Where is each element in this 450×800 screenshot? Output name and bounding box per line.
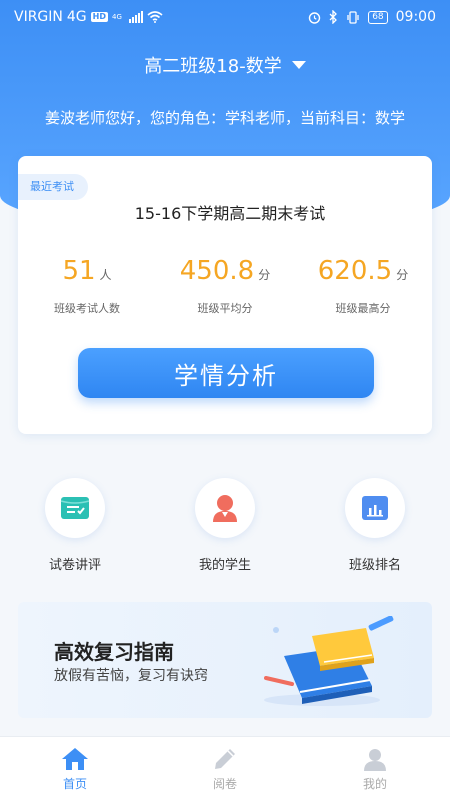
carrier-name: VIRGIN bbox=[14, 9, 63, 25]
shortcut-class-ranking[interactable]: 班级排名 bbox=[300, 478, 450, 573]
banner-title: 高效复习指南 bbox=[54, 640, 174, 664]
tab-label: 阅卷 bbox=[212, 777, 237, 791]
hd-badge: HD bbox=[90, 12, 108, 22]
caret-down-icon bbox=[291, 61, 306, 69]
home-icon bbox=[62, 748, 88, 770]
books-illustration-icon bbox=[264, 616, 394, 706]
clock: 09:00 bbox=[395, 9, 436, 25]
shortcut-my-students[interactable]: 我的学生 bbox=[150, 478, 300, 573]
class-selector[interactable]: 高二班级18-数学 bbox=[0, 52, 450, 78]
network-type-small: 4G bbox=[112, 13, 122, 21]
stat-label: 班级平均分 bbox=[197, 302, 253, 315]
stat-value: 51 bbox=[62, 256, 96, 286]
tab-home[interactable]: 首页 bbox=[0, 737, 150, 800]
class-name: 高二班级18-数学 bbox=[144, 56, 282, 77]
shortcut-icon-circle bbox=[195, 478, 255, 538]
user-icon bbox=[364, 749, 386, 771]
wifi-icon bbox=[147, 11, 163, 23]
paper-review-icon bbox=[60, 497, 90, 519]
stat-highest: 620.5 分 班级最高分 bbox=[294, 256, 432, 316]
shortcut-icon-circle bbox=[345, 478, 405, 538]
stat-unit: 人 bbox=[99, 268, 112, 282]
stat-label: 班级考试人数 bbox=[54, 302, 120, 315]
stat-label: 班级最高分 bbox=[335, 302, 391, 315]
recent-exam-tag: 最近考试 bbox=[18, 174, 88, 200]
exam-stats: 51 人 班级考试人数 450.8 分 班级平均分 620.5 分 班级最高分 bbox=[18, 256, 432, 316]
stat-value: 620.5 bbox=[317, 256, 393, 286]
student-icon bbox=[213, 495, 237, 522]
stat-unit: 分 bbox=[396, 268, 409, 282]
bluetooth-icon bbox=[329, 10, 338, 24]
banner-subtitle: 放假有苦恼，复习有诀窍 bbox=[54, 668, 208, 684]
tab-grading[interactable]: 阅卷 bbox=[150, 737, 300, 800]
pen-icon bbox=[215, 749, 235, 769]
shortcut-label: 试卷讲评 bbox=[48, 558, 101, 573]
shortcut-label: 班级排名 bbox=[348, 558, 401, 573]
alarm-icon bbox=[308, 11, 321, 24]
exam-title: 15-16下学期高二期末考试 bbox=[134, 204, 326, 223]
network-type: 4G bbox=[66, 9, 87, 25]
shortcut-icon-circle bbox=[45, 478, 105, 538]
learning-analysis-button[interactable]: 学情分析 bbox=[78, 348, 374, 398]
greeting-text: 姜波老师您好，您的角色：学科老师，当前科目：数学 bbox=[44, 109, 405, 127]
tab-label: 我的 bbox=[362, 777, 387, 791]
signal-icon bbox=[128, 11, 143, 23]
stat-unit: 分 bbox=[258, 268, 271, 282]
stat-average: 450.8 分 班级平均分 bbox=[156, 256, 294, 316]
vibrate-icon bbox=[347, 10, 359, 24]
status-bar: VIRGIN 4G HD 4G 68 09:00 bbox=[0, 0, 450, 34]
stat-participants: 51 人 班级考试人数 bbox=[18, 256, 156, 316]
stat-value: 450.8 bbox=[179, 256, 255, 286]
bottom-tab-bar: 首页 阅卷 我的 bbox=[0, 736, 450, 800]
recent-exam-card: 最近考试 15-16下学期高二期末考试 51 人 班级考试人数 450.8 分 … bbox=[18, 156, 432, 434]
shortcut-paper-review[interactable]: 试卷讲评 bbox=[0, 478, 150, 573]
shortcut-label: 我的学生 bbox=[198, 558, 251, 573]
tab-mine[interactable]: 我的 bbox=[300, 737, 450, 800]
battery-indicator: 68 bbox=[368, 10, 388, 24]
ranking-chart-icon bbox=[362, 496, 388, 520]
shortcut-row: 试卷讲评 我的学生 班级排名 bbox=[0, 478, 450, 573]
tab-label: 首页 bbox=[62, 777, 87, 791]
review-guide-banner[interactable]: 高效复习指南 放假有苦恼，复习有诀窍 bbox=[18, 602, 432, 718]
